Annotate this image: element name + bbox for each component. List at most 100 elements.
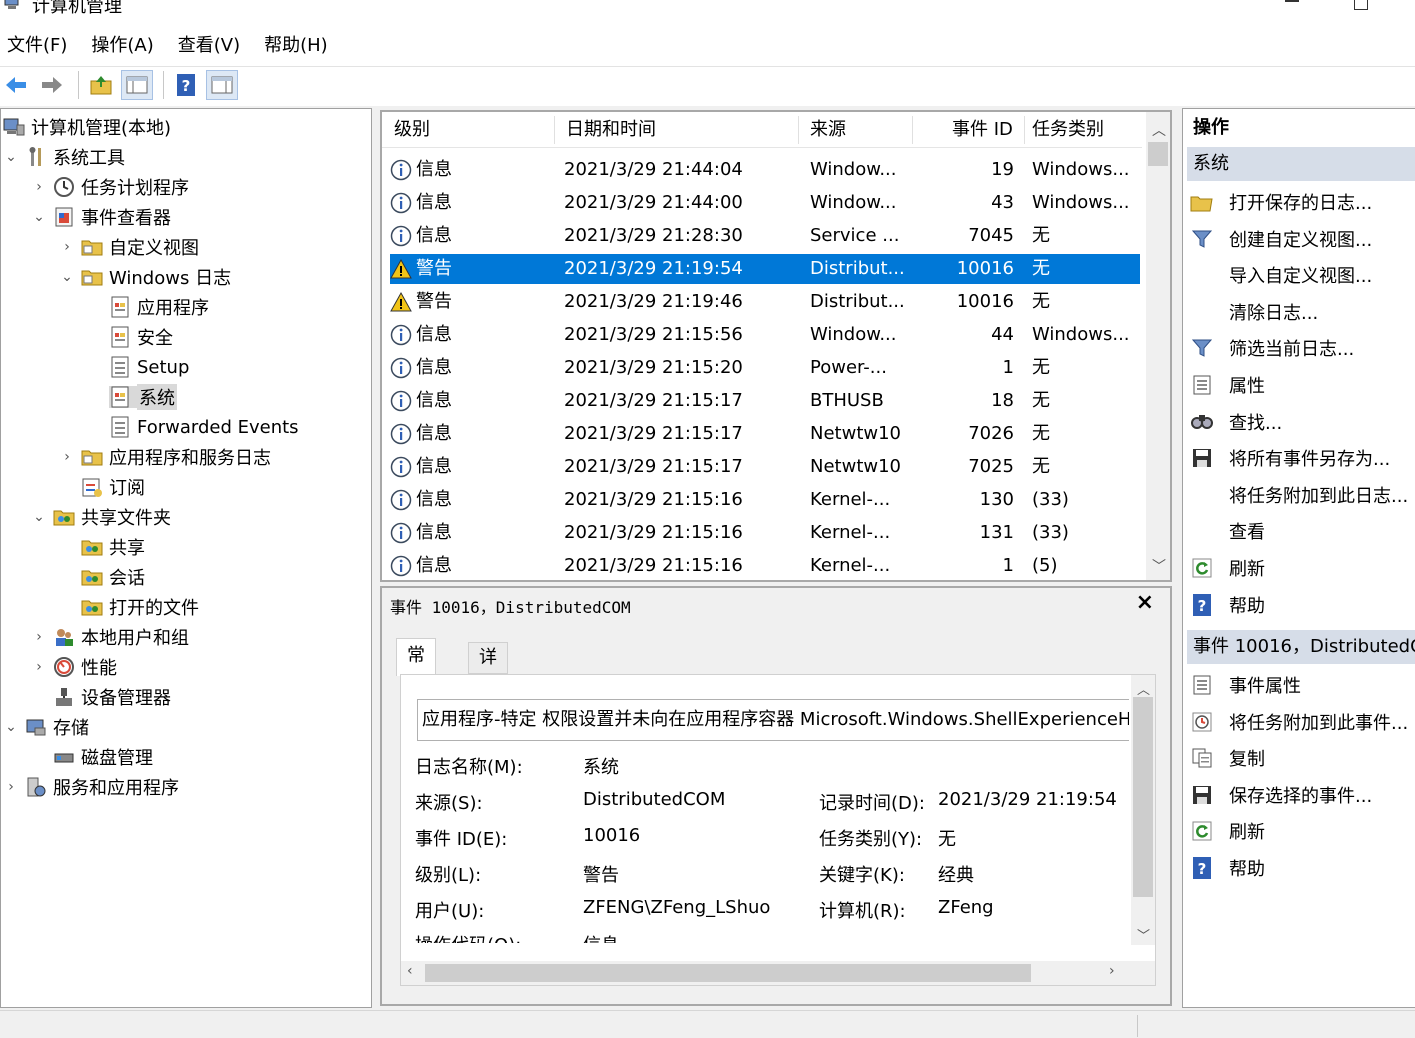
scroll-right-icon[interactable]: › <box>1109 963 1115 979</box>
action-item-properties[interactable]: 事件属性 <box>1189 667 1415 703</box>
menu-view[interactable]: 查看(V) <box>178 31 240 57</box>
back-button[interactable] <box>0 70 32 100</box>
tree-item-app-service-logs[interactable]: › 应用程序和服务日志 <box>59 442 271 472</box>
event-row[interactable]: 信息 2021/3/29 21:15:17 Netwtw10 7025 无 <box>390 452 1140 482</box>
show-hide-tree-button[interactable] <box>121 69 153 100</box>
column-header-task-category[interactable]: 任务类别 <box>1032 112 1104 148</box>
event-row[interactable]: 信息 2021/3/29 21:44:00 Window... 43 Windows..… <box>390 188 1140 218</box>
tree-item-task-scheduler[interactable]: › 任务计划程序 <box>31 172 189 202</box>
chevron-down-icon[interactable]: ⌄ <box>31 509 47 525</box>
chevron-down-icon[interactable]: ⌄ <box>59 269 75 285</box>
tab-details[interactable]: 详细信息 <box>468 642 508 758</box>
chevron-right-icon[interactable]: › <box>31 629 47 645</box>
action-item-text[interactable]: 导入自定义视图... <box>1189 257 1415 293</box>
tree-item-subscriptions[interactable]: 订阅 <box>75 472 145 502</box>
close-icon[interactable]: × <box>1136 590 1154 615</box>
chevron-down-icon[interactable]: ⌄ <box>3 149 19 165</box>
scrollbar-thumb[interactable] <box>425 964 1031 982</box>
tree-item-computer-management[interactable]: 计算机管理(本地) <box>0 112 171 142</box>
scroll-up-icon[interactable]: ︿ <box>1137 679 1150 698</box>
tree-item-system-tools[interactable]: ⌄ 系统工具 <box>3 142 125 172</box>
menu-action[interactable]: 操作(A) <box>91 31 153 57</box>
up-folder-button[interactable] <box>85 70 117 100</box>
event-row[interactable]: 信息 2021/3/29 21:15:56 Window... 44 Windows..… <box>390 320 1140 350</box>
tree-item-setup[interactable]: Setup <box>103 352 189 382</box>
scrollbar-thumb[interactable] <box>1133 697 1153 897</box>
details-horizontal-scrollbar[interactable]: ‹ › <box>401 961 1155 985</box>
tree-item-forwarded-events[interactable]: Forwarded Events <box>103 412 299 442</box>
tree-item-performance[interactable]: › 性能 <box>31 652 117 682</box>
actions-section-event[interactable]: 事件 10016，DistributedCOM <box>1187 630 1415 664</box>
chevron-right-icon[interactable]: › <box>59 449 75 465</box>
menu-help[interactable]: 帮助(H) <box>264 31 328 57</box>
menu-file[interactable]: 文件(F) <box>7 31 67 57</box>
tree-item-custom-views[interactable]: › 自定义视图 <box>59 232 199 262</box>
event-row[interactable]: 信息 2021/3/29 21:15:17 Netwtw10 7026 无 <box>390 419 1140 449</box>
column-header-datetime[interactable]: 日期和时间 <box>566 112 656 148</box>
column-header-event-id[interactable]: 事件 ID <box>952 112 1013 148</box>
action-item-filter[interactable]: 筛选当前日志... <box>1189 330 1415 366</box>
action-item-properties[interactable]: 属性 <box>1189 367 1415 403</box>
action-item-save[interactable]: 将所有事件另存为... <box>1189 440 1415 476</box>
action-item-refresh[interactable]: 刷新 <box>1189 813 1415 849</box>
column-divider[interactable] <box>554 116 555 144</box>
scroll-down-icon[interactable]: ﹀ <box>1152 556 1166 576</box>
action-item-text[interactable]: 清除日志... <box>1189 294 1415 330</box>
event-row[interactable]: 信息 2021/3/29 21:15:16 Kernel-... 1 (5) <box>390 551 1140 581</box>
tree-item-device-manager[interactable]: 设备管理器 <box>47 682 171 712</box>
tree-item-services-apps[interactable]: › 服务和应用程序 <box>3 772 179 802</box>
forward-button[interactable] <box>36 70 68 100</box>
scrollbar-thumb[interactable] <box>1148 142 1168 166</box>
tree-item-storage[interactable]: ⌄ 存储 <box>3 712 89 742</box>
event-message-box[interactable]: 应用程序-特定 权限设置并未向在应用程序容器 Microsoft.Windows… <box>417 699 1129 741</box>
event-row[interactable]: 信息 2021/3/29 21:15:20 Power-... 1 无 <box>390 353 1140 383</box>
chevron-right-icon[interactable]: › <box>59 239 75 255</box>
tree-item-system[interactable]: 系统 <box>103 382 177 412</box>
column-divider[interactable] <box>798 116 799 144</box>
minimize-button[interactable] <box>1285 0 1299 2</box>
column-divider[interactable] <box>912 116 913 144</box>
action-item-help[interactable]: ? 帮助 <box>1189 850 1415 886</box>
details-vertical-scrollbar[interactable]: ︿ ﹀ <box>1131 675 1155 945</box>
maximize-button[interactable] <box>1354 0 1368 10</box>
chevron-right-icon[interactable]: › <box>3 779 19 795</box>
tree-item-local-users-groups[interactable]: › 本地用户和组 <box>31 622 189 652</box>
column-header-level[interactable]: 级别 <box>394 112 430 148</box>
actions-section-system[interactable]: 系统 <box>1187 147 1415 181</box>
action-item-text[interactable]: 查看 <box>1189 513 1415 549</box>
tree-item-event-viewer[interactable]: ⌄ 事件查看器 <box>31 202 171 232</box>
chevron-right-icon[interactable]: › <box>31 179 47 195</box>
chevron-right-icon[interactable]: › <box>31 659 47 675</box>
action-item-text[interactable]: 将任务附加到此日志... <box>1189 477 1415 513</box>
action-item-attach-task[interactable]: 将任务附加到此事件... <box>1189 704 1415 740</box>
tree-item-security[interactable]: 安全 <box>103 322 173 352</box>
tree-item-shared-folders[interactable]: ⌄ 共享文件夹 <box>31 502 171 532</box>
action-item-help[interactable]: ? 帮助 <box>1189 587 1415 623</box>
tree-item-sessions[interactable]: 会话 <box>75 562 145 592</box>
scroll-down-icon[interactable]: ﹀ <box>1137 925 1150 944</box>
vertical-scrollbar[interactable]: ︿ ﹀ <box>1146 112 1170 580</box>
tree-item-application[interactable]: 应用程序 <box>103 292 209 322</box>
action-item-open-log[interactable]: 打开保存的日志... <box>1189 184 1415 220</box>
event-row[interactable]: 信息 2021/3/29 21:15:16 Kernel-... 131 (33) <box>390 518 1140 548</box>
action-item-filter[interactable]: 创建自定义视图... <box>1189 221 1415 257</box>
tree-item-open-files[interactable]: 打开的文件 <box>75 592 199 622</box>
event-row[interactable]: 信息 2021/3/29 21:15:17 BTHUSB 18 无 <box>390 386 1140 416</box>
event-row[interactable]: 警告 2021/3/29 21:19:46 Distribut... 10016 无 <box>390 287 1140 317</box>
chevron-down-icon[interactable]: ⌄ <box>3 719 19 735</box>
chevron-down-icon[interactable]: ⌄ <box>31 209 47 225</box>
show-hide-action-button[interactable] <box>206 69 238 100</box>
action-item-save[interactable]: 保存选择的事件... <box>1189 777 1415 813</box>
column-divider[interactable] <box>1024 116 1025 144</box>
event-row[interactable]: 信息 2021/3/29 21:28:30 Service ... 7045 无 <box>390 221 1140 251</box>
tree-item-windows-logs[interactable]: ⌄ Windows 日志 <box>59 262 231 292</box>
event-row[interactable]: 信息 2021/3/29 21:44:04 Window... 19 Windows..… <box>390 155 1140 185</box>
action-item-copy[interactable]: 复制 <box>1189 740 1415 776</box>
tree-item-disk-management[interactable]: 磁盘管理 <box>47 742 153 772</box>
event-row[interactable]: 信息 2021/3/29 21:15:16 Kernel-... 130 (33) <box>390 485 1140 515</box>
tab-general[interactable]: 常规 <box>396 638 436 700</box>
scroll-left-icon[interactable]: ‹ <box>407 963 413 979</box>
tree-item-shares[interactable]: 共享 <box>75 532 145 562</box>
action-item-find[interactable]: 查找... <box>1189 404 1415 440</box>
column-header-source[interactable]: 来源 <box>810 112 846 148</box>
